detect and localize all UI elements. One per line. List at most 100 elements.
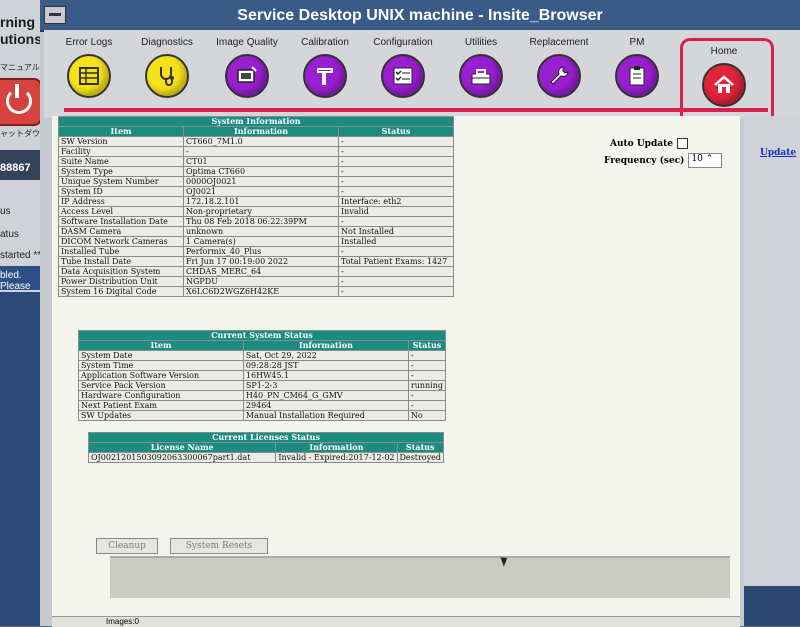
system-info-cell: Fri Jun 17 00:19:00 2022	[183, 256, 339, 267]
configuration-label: Configuration	[373, 37, 433, 48]
brand-line-2: utions	[0, 31, 42, 47]
current-system-status-caption: Current System Status	[78, 330, 446, 341]
current-status-cell: running	[407, 380, 447, 391]
system-info-cell: Suite Name	[58, 156, 184, 167]
frequency-label: Frequency (sec)	[604, 156, 685, 166]
current-status-cell: System Date	[78, 350, 244, 361]
system-info-cell: Unique System Number	[58, 176, 184, 187]
header-item: Item	[78, 340, 244, 351]
checklist-icon	[381, 54, 425, 98]
system-info-cell: SW Version	[58, 136, 184, 147]
pm-button[interactable]: PM	[598, 34, 676, 112]
system-info-cell: OJ0021	[183, 186, 339, 197]
lower-shelf	[110, 556, 730, 598]
current-status-cell: Sat, Oct 29, 2022	[242, 350, 409, 361]
pm-label: PM	[629, 37, 645, 48]
auto-update-control: Auto Update	[610, 138, 688, 149]
current-status-row: SW Updates Manual Installation Required No	[78, 410, 447, 421]
system-info-cell: Performix_40_Plus	[183, 246, 339, 257]
title-bar[interactable]: Service Desktop UNIX machine - Insite_Br…	[40, 0, 800, 32]
current-status-cell: SP1-2-3	[242, 380, 409, 391]
stethoscope-icon	[145, 54, 189, 98]
system-info-row: Suite Name CT01-	[58, 156, 454, 167]
system-info-cell: Power Distribution Unit	[58, 276, 184, 287]
current-status-cell: -	[407, 360, 447, 371]
header-information: Information	[242, 340, 409, 351]
system-info-cell: Facility	[58, 146, 184, 157]
header-license-name: License Name	[87, 442, 277, 453]
manual-label[interactable]: マニュアル	[0, 62, 40, 73]
utilities-label: Utilities	[464, 37, 498, 48]
error-logs-button[interactable]: Error Logs	[50, 34, 128, 112]
status-line-2: atus	[0, 229, 19, 240]
spinner-icon: ⌃	[705, 154, 714, 164]
system-info-cell: Total Patient Exams: 1427	[338, 256, 454, 267]
system-info-row: Data Acquisition System CHDAS_MERC_64-	[58, 266, 454, 277]
update-link[interactable]: Update	[760, 148, 796, 158]
system-info-row: System 16 Digital Code X6LC6D2WGZ6H42KE -	[58, 286, 454, 297]
system-info-cell: CT660_7M1.0	[183, 136, 339, 147]
power-icon-bar	[15, 84, 19, 98]
current-status-row: System Date Sat, Oct 29, 2022-	[78, 350, 447, 361]
monitor-icon	[225, 54, 269, 98]
system-info-cell: CHDAS_MERC_64	[183, 266, 339, 277]
current-status-cell: Hardware Configuration	[78, 390, 244, 401]
power-icon	[6, 88, 32, 114]
system-info-cell: -	[338, 156, 454, 167]
tab-underline	[64, 108, 768, 112]
system-info-row: System ID OJ0021-	[58, 186, 454, 197]
current-system-status-table: Current System Status Item Information S…	[78, 330, 447, 421]
configuration-button[interactable]: Configuration	[364, 34, 442, 112]
calibration-button[interactable]: Calibration	[286, 34, 364, 112]
system-info-cell: 172.18.2.101	[183, 196, 339, 207]
current-status-row: Application Software Version 16HW45.1-	[78, 370, 447, 381]
system-info-row: DASM Camera unknown Not Installed	[58, 226, 454, 237]
system-info-cell: Thu 08 Feb 2018 06:22:39PM	[183, 216, 339, 227]
header-information: Information	[275, 442, 398, 453]
system-info-row: Tube Install Date Fri Jun 17 00:19:00 202…	[58, 256, 454, 267]
header-item: Item	[58, 126, 184, 137]
system-info-cell: DICOM Network Cameras	[58, 236, 184, 247]
system-info-cell: Installed Tube	[58, 246, 184, 257]
home-tab[interactable]: Home	[680, 38, 774, 119]
current-status-cell: Next Patient Exam	[78, 400, 244, 411]
license-cell: OJ0021201503092063300067part1.dat	[87, 452, 277, 463]
image-quality-button[interactable]: Image Quality	[208, 34, 286, 112]
replacement-label: Replacement	[529, 37, 589, 48]
system-info-cell: 0000OJ0021	[183, 176, 339, 187]
system-info-cell: NGPDU	[183, 276, 339, 287]
system-info-cell: -	[338, 266, 454, 277]
system-info-cell: -	[338, 176, 454, 187]
header-status: Status	[338, 126, 454, 137]
log-grid-icon	[67, 54, 111, 98]
cleanup-button[interactable]: Cleanup	[96, 538, 158, 554]
replacement-button[interactable]: Replacement	[520, 34, 598, 112]
power-button[interactable]	[0, 78, 42, 126]
frequency-select[interactable]: 10 ⌃	[688, 153, 723, 168]
image-quality-label: Image Quality	[216, 37, 278, 48]
license-cell: Invalid - Expired:2017-12-02	[275, 452, 398, 463]
system-info-cell: Non-proprietary	[183, 206, 339, 217]
system-info-cell: Invalid	[338, 206, 454, 217]
current-status-cell: 29464	[242, 400, 409, 411]
current-licenses-table: Current Licenses Status License Name Inf…	[87, 432, 445, 463]
auto-update-checkbox[interactable]	[676, 138, 688, 149]
license-cell: Destroyed	[396, 452, 445, 463]
system-resets-button[interactable]: System Resets	[170, 538, 268, 554]
system-info-cell: Software Installation Date	[58, 216, 184, 227]
system-info-row: Software Installation Date Thu 08 Feb 201…	[58, 216, 454, 227]
system-info-cell: -	[338, 276, 454, 287]
window-title: Service Desktop UNIX machine - Insite_Br…	[237, 7, 603, 24]
home-icon	[702, 63, 746, 107]
current-status-cell: Application Software Version	[78, 370, 244, 381]
system-info-cell: -	[183, 146, 339, 157]
header-status: Status	[407, 340, 447, 351]
brand-line-1: rning	[0, 14, 35, 30]
system-info-cell: System 16 Digital Code	[58, 286, 184, 297]
current-status-cell: No	[407, 410, 447, 421]
diagnostics-button[interactable]: Diagnostics	[128, 34, 206, 112]
system-info-cell: unknown	[183, 226, 339, 237]
system-info-cell: Data Acquisition System	[58, 266, 184, 277]
system-info-row: Unique System Number 0000OJ0021-	[58, 176, 454, 187]
utilities-button[interactable]: Utilities	[442, 34, 520, 112]
